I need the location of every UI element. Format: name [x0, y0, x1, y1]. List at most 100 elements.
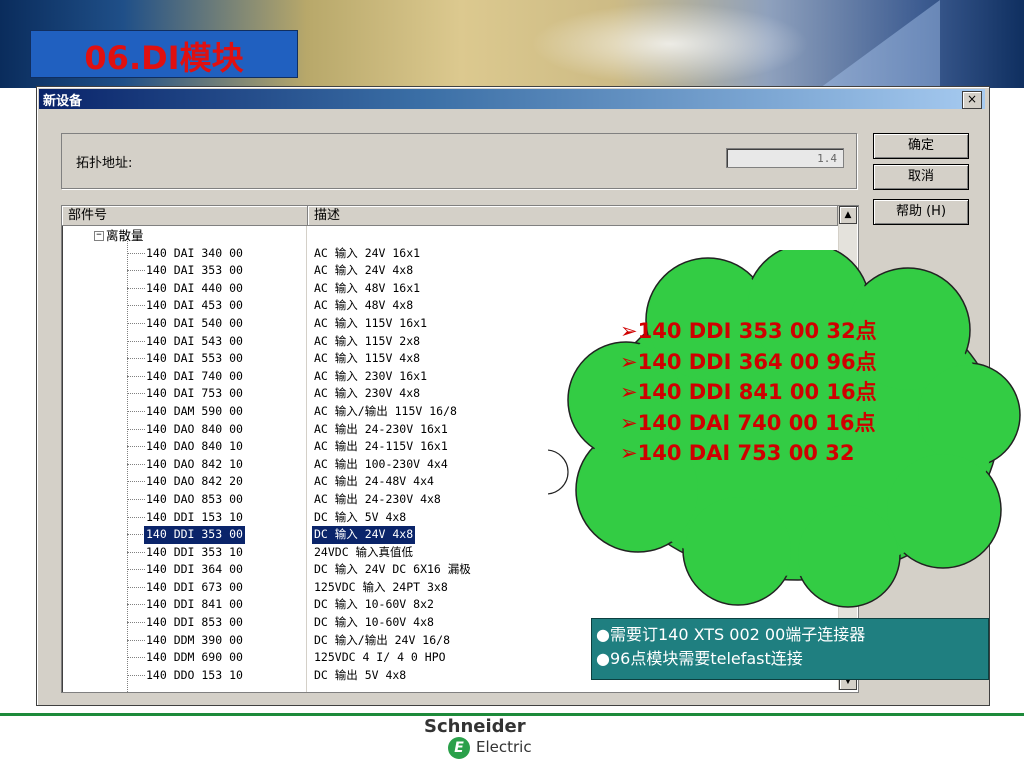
description-cell: 24VDC 输入真值低 — [314, 544, 414, 559]
tree-connector — [127, 287, 145, 289]
tree-connector — [127, 657, 145, 659]
logo-schneider: Schneider — [424, 716, 526, 737]
part-number-cell: 140 DAI 753 00 — [146, 386, 243, 401]
tree-connector — [127, 393, 145, 395]
tree-connector — [127, 569, 145, 571]
tree-connector — [127, 674, 145, 676]
part-number-cell: 140 DAO 853 00 — [146, 491, 243, 506]
callout-item: ➢140 DDI 841 00 16点 — [620, 380, 877, 404]
banner-decoration — [820, 0, 940, 88]
description-cell: AC 输入 48V 4x8 — [314, 298, 414, 313]
tree-group-discrete[interactable]: − 离散量 — [62, 227, 834, 245]
topology-address-field[interactable]: 1.4 — [726, 148, 844, 168]
part-number-cell: 140 DAO 840 00 — [146, 421, 243, 436]
description-cell: 125VDC 4 I/ 4 0 HPO — [314, 650, 446, 665]
tree-connector — [127, 375, 145, 377]
scroll-up-icon[interactable]: ▲ — [839, 206, 857, 224]
column-header-part-no[interactable]: 部件号 — [62, 206, 308, 226]
close-button[interactable]: × — [962, 91, 982, 109]
callout-item: ➢140 DAI 740 00 16点 — [620, 410, 876, 435]
tree-connector — [127, 586, 145, 588]
description-cell: AC 输入 115V 4x8 — [314, 351, 421, 366]
logo-electric: Electric — [476, 738, 532, 756]
column-header-description[interactable]: 描述 — [308, 206, 838, 226]
tree-connector — [127, 270, 145, 272]
dialog-title: 新设备 — [43, 94, 83, 109]
part-number-cell: 140 DDI 364 00 — [146, 562, 243, 577]
collapse-icon[interactable]: − — [94, 231, 104, 241]
description-cell: AC 输入 24V 16x1 — [314, 245, 421, 260]
tree-connector — [127, 340, 145, 342]
part-number-cell: 140 DAI 553 00 — [146, 351, 243, 366]
description-cell: AC 输出 100-230V 4x4 — [314, 456, 448, 471]
description-cell: 125VDC 输入 24PT 3x8 — [314, 579, 448, 594]
tree-connector — [127, 498, 145, 500]
part-number-cell: 140 DDI 841 00 — [146, 597, 243, 612]
description-cell: DC 输入 5V 4x8 — [314, 509, 407, 524]
part-number-cell: 140 DAI 353 00 — [146, 263, 243, 278]
help-button[interactable]: 帮助 (H) — [873, 199, 969, 225]
cancel-button[interactable]: 取消 — [873, 164, 969, 190]
description-cell: AC 输入 115V 16x1 — [314, 315, 428, 330]
group-label: 离散量 — [106, 228, 144, 243]
note-line: ●需要订140 XTS 002 00端子连接器 — [596, 625, 866, 644]
tree-connector — [127, 252, 145, 254]
schneider-logo-icon: E — [448, 737, 470, 759]
callout-item: ➢140 DDI 364 00 96点 — [620, 349, 877, 374]
tree-connector — [127, 463, 145, 465]
description-cell: DC 输入 24V 4x8 — [312, 526, 416, 544]
part-number-cell: 140 DDM 690 00 — [146, 650, 243, 665]
tree-connector — [127, 639, 145, 641]
note-line: ●96点模块需要telefast连接 — [596, 649, 803, 668]
description-cell: DC 输入/输出 24V 16/8 — [314, 632, 451, 647]
description-cell: AC 输入 115V 2x8 — [314, 333, 421, 348]
part-number-cell: 140 DAM 590 00 — [146, 403, 243, 418]
part-number-cell: 140 DDI 853 00 — [146, 615, 243, 630]
part-number-cell: 140 DDI 153 10 — [146, 509, 243, 524]
tree-connector — [127, 534, 145, 536]
description-cell: DC 输入 24V DC 6X16 漏极 — [314, 562, 471, 577]
tree-connector — [127, 410, 145, 412]
part-number-cell: 140 DDI 353 10 — [146, 544, 243, 559]
part-number-cell: 140 DDO 153 10 — [146, 667, 243, 682]
description-cell: AC 输出 24-115V 16x1 — [314, 439, 448, 454]
topology-group: 拓扑地址: 1.4 — [61, 133, 857, 189]
topology-address-label: 拓扑地址: — [76, 156, 133, 171]
description-cell: AC 输出 24-230V 4x8 — [314, 491, 441, 506]
part-number-cell: 140 DDI 673 00 — [146, 579, 243, 594]
description-cell: DC 输入 10-60V 8x2 — [314, 597, 434, 612]
tree-connector — [127, 358, 145, 360]
tree-connector — [127, 516, 145, 518]
description-cell: AC 输出 24-48V 4x4 — [314, 474, 434, 489]
callout-item: ➢140 DAI 753 00 32 — [620, 441, 855, 465]
dialog-titlebar[interactable]: 新设备 × — [39, 89, 985, 109]
description-cell: AC 输入 24V 4x8 — [314, 263, 414, 278]
callout-text: ➢140 DDI 353 00 32点 ➢140 DDI 364 00 96点 … — [620, 316, 880, 469]
description-cell: AC 输入 230V 4x8 — [314, 386, 421, 401]
part-number-cell: 140 DDI 353 00 — [144, 526, 245, 544]
part-number-cell: 140 DAI 340 00 — [146, 245, 243, 260]
part-number-cell: 140 DAI 543 00 — [146, 333, 243, 348]
part-number-cell: 140 DAO 840 10 — [146, 439, 243, 454]
part-number-cell: 140 DAI 440 00 — [146, 280, 243, 295]
part-number-cell: 140 DAO 842 20 — [146, 474, 243, 489]
tree-connector — [127, 305, 145, 307]
note-box: ●需要订140 XTS 002 00端子连接器 ●96点模块需要telefast… — [591, 618, 989, 680]
banner-glow — [520, 0, 820, 88]
part-number-cell: 140 DAI 453 00 — [146, 298, 243, 313]
callout-item: ➢140 DDI 353 00 32点 — [620, 319, 877, 343]
part-number-cell: 140 DAI 740 00 — [146, 368, 243, 383]
part-number-cell: 140 DAO 842 10 — [146, 456, 243, 471]
tree-connector — [127, 428, 145, 430]
part-number-cell: 140 DAI 540 00 — [146, 315, 243, 330]
tree-connector — [127, 604, 145, 606]
part-number-cell: 140 DDM 390 00 — [146, 632, 243, 647]
description-cell: AC 输出 24-230V 16x1 — [314, 421, 448, 436]
tree-connector — [127, 446, 145, 448]
slide-title-box: 06.DI模块 — [30, 30, 298, 78]
slide-title: 06.DI模块 — [84, 39, 244, 77]
description-cell: AC 输入 230V 16x1 — [314, 368, 428, 383]
tree-connector — [127, 322, 145, 324]
description-cell: DC 输出 5V 4x8 — [314, 667, 407, 682]
ok-button[interactable]: 确定 — [873, 133, 969, 159]
